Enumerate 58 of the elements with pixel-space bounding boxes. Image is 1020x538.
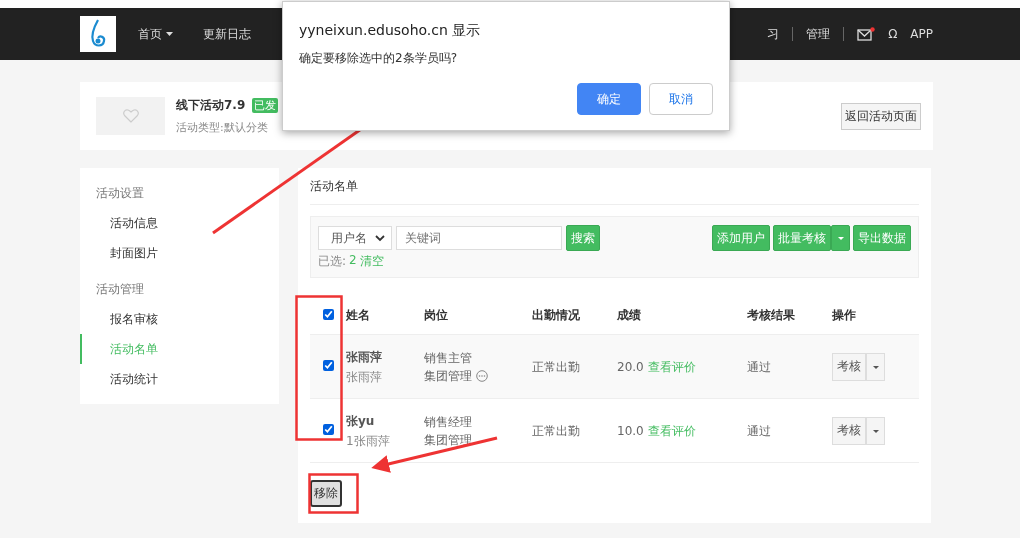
score-text: 20.0 — [617, 359, 644, 374]
nav-link[interactable]: Ω — [888, 27, 898, 41]
sidebar-heading: 活动设置 — [95, 185, 145, 202]
department-text: 集团管理 — [424, 367, 472, 385]
status-badge: 已发 — [252, 98, 279, 113]
heart-icon — [122, 109, 139, 123]
sidebar-item[interactable]: 活动信息 — [80, 208, 279, 238]
column-header: 操作 — [832, 297, 919, 335]
attendance-text: 正常出勤 — [532, 423, 580, 438]
column-header: 成绩 — [617, 297, 747, 335]
column-header: 出勤情况 — [532, 297, 617, 335]
cancel-button[interactable]: 取消 — [649, 83, 713, 115]
sidebar-heading: 活动管理 — [95, 281, 145, 298]
confirm-button[interactable]: 确定 — [577, 83, 641, 115]
keyword-input[interactable]: 关键词 — [396, 226, 562, 250]
review-button[interactable]: 考核 — [832, 416, 866, 445]
caret-icon[interactable] — [166, 32, 173, 36]
selected-count: 2 — [349, 253, 357, 269]
selected-label: 已选: — [318, 253, 347, 270]
mail-icon[interactable] — [857, 27, 876, 41]
student-username: 1张雨萍 — [346, 432, 391, 450]
student-name: 张雨萍 — [346, 348, 383, 366]
site-logo[interactable] — [80, 16, 116, 52]
panel-title: 活动名单 — [310, 168, 919, 205]
search-type-select[interactable]: 用户名 — [318, 226, 392, 250]
score-text: 10.0 — [617, 423, 644, 438]
row-checkbox[interactable] — [322, 423, 334, 435]
dialog-title: yyneixun.edusoho.cn 显示 — [299, 22, 482, 40]
chevron-down-icon — [375, 234, 385, 242]
dropdown-toggle[interactable] — [831, 225, 850, 251]
result-text: 通过 — [747, 359, 771, 374]
nav-link[interactable]: 更新日志 — [203, 25, 251, 43]
position-text: 销售经理 — [424, 413, 473, 431]
sidebar-item[interactable]: 活动统计 — [80, 364, 279, 394]
remove-button[interactable]: 移除 — [310, 480, 342, 507]
activity-type: 活动类型:默认分类 — [176, 120, 269, 135]
row-checkbox[interactable] — [322, 359, 334, 371]
attendance-text: 正常出勤 — [532, 359, 580, 374]
back-button[interactable]: 返回活动页面 — [841, 102, 921, 130]
dialog-message: 确定要移除选中的2条学员吗? — [299, 50, 458, 67]
highlight-frame — [308, 473, 359, 514]
activity-title: 线下活动7.9 — [176, 98, 246, 112]
nav-link[interactable]: 管理 — [806, 25, 831, 43]
select-all-checkbox[interactable] — [322, 308, 334, 320]
nav-link[interactable]: 首页 — [138, 25, 162, 43]
column-header: 岗位 — [424, 297, 532, 335]
sidebar-item[interactable]: 报名审核 — [80, 304, 279, 334]
position-text: 销售主管 — [424, 349, 473, 367]
result-text: 通过 — [747, 423, 771, 438]
student-name: 张yu — [346, 412, 376, 430]
review-button[interactable]: 考核 — [832, 352, 866, 381]
column-header: 姓名 — [346, 297, 424, 335]
more-icon[interactable] — [476, 369, 488, 382]
sidebar-item[interactable]: 封面图片 — [80, 238, 279, 268]
nav-link[interactable]: 习 — [767, 25, 780, 43]
student-username: 张雨萍 — [346, 368, 383, 386]
column-header: 考核结果 — [747, 297, 832, 335]
nav-link[interactable]: APP — [910, 27, 933, 41]
